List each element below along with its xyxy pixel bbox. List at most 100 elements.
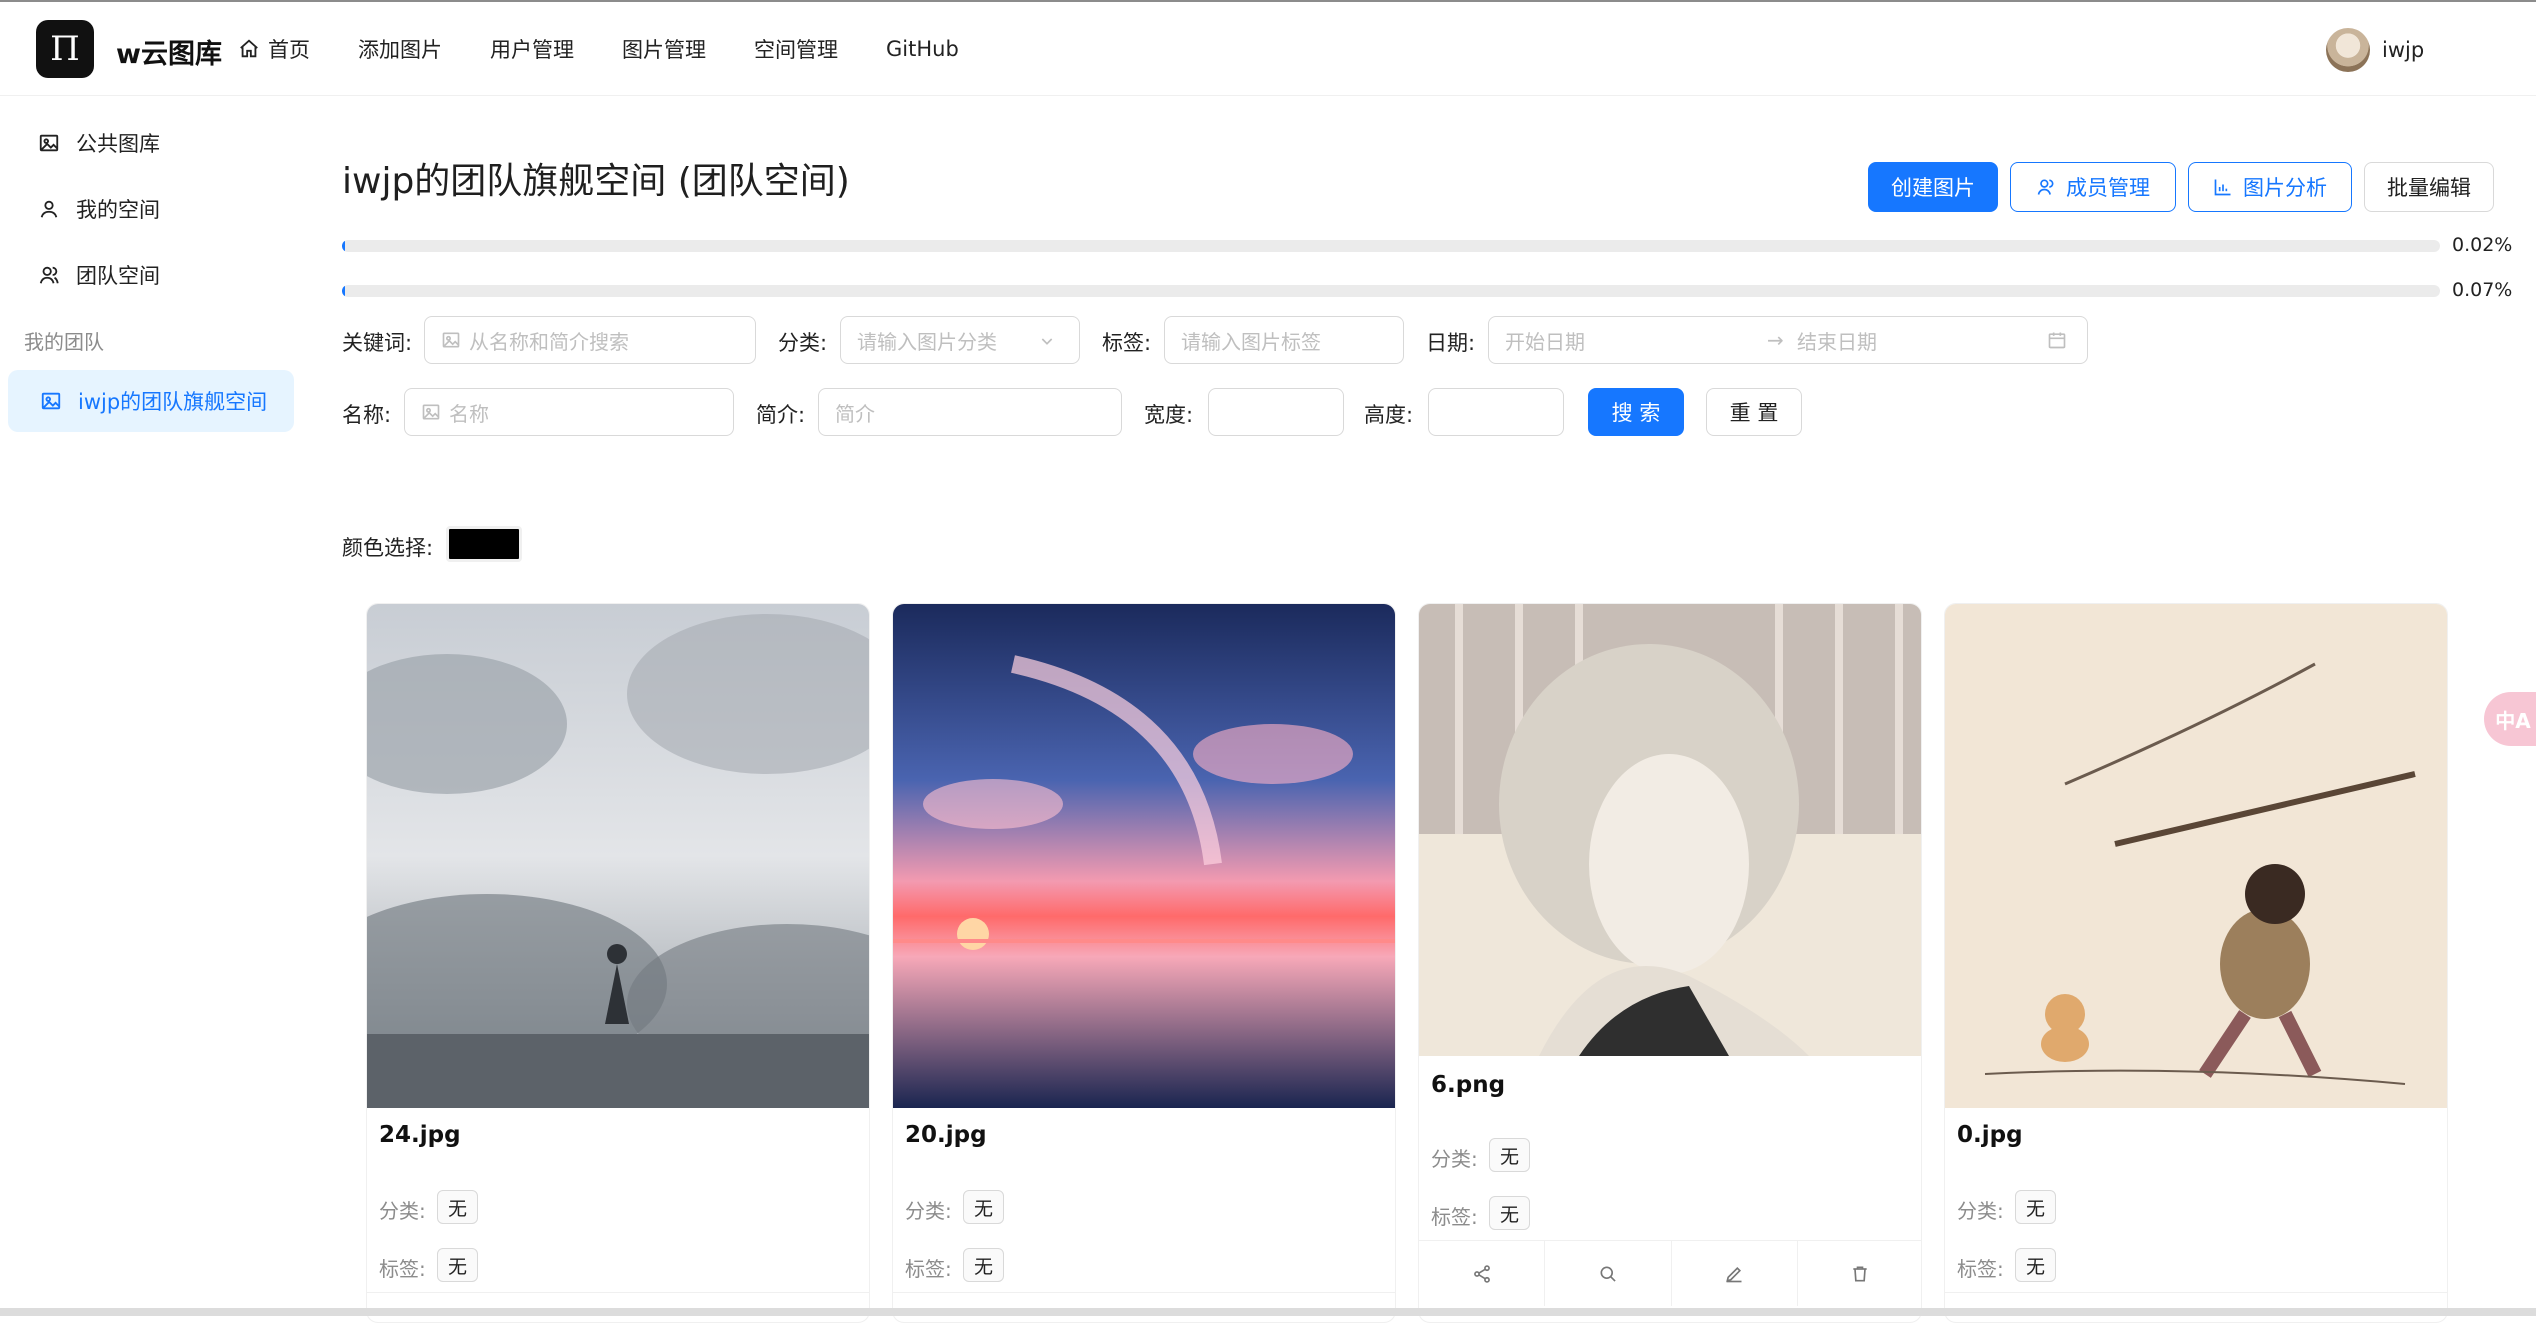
tags-placeholder: 请输入图片标签 — [1181, 329, 1321, 354]
sidebar-item-label: 团队空间 — [76, 264, 160, 288]
card-tags-label: 标签: — [379, 1257, 426, 1281]
picture-analysis-button[interactable]: 图片分析 — [2188, 162, 2352, 212]
user-menu[interactable]: iwjp — [2326, 28, 2424, 72]
card-title: 20.jpg — [905, 1122, 987, 1148]
card-category-label: 分类: — [905, 1199, 952, 1223]
sidebar-item-active-team[interactable]: iwjp的团队旗舰空间 — [8, 370, 294, 432]
nav-space-manage-label: 空间管理 — [754, 38, 838, 62]
color-picker[interactable] — [446, 526, 522, 562]
nav-picture-manage-label: 图片管理 — [622, 38, 706, 62]
card-tags-label: 标签: — [905, 1257, 952, 1281]
keyword-input[interactable]: 从名称和简介搜索 — [424, 316, 756, 364]
top-header: Π w云图库 首页 添加图片 用户管理 图片管理 空间管理 GitHub iwj… — [0, 2, 2536, 96]
sidebar-item-my-space[interactable]: 我的空间 — [38, 194, 160, 224]
card-title: 0.jpg — [1957, 1122, 2023, 1148]
bar-chart-icon — [2214, 179, 2231, 196]
tags-tag: 无 — [2015, 1248, 2057, 1282]
translate-button[interactable]: 中A — [2484, 692, 2536, 746]
app-name[interactable]: w云图库 — [116, 32, 222, 71]
search-similar-button[interactable] — [1545, 1241, 1672, 1306]
width-label: 宽度: — [1144, 403, 1194, 427]
picture-card[interactable]: 0.jpg 分类: 无 标签: 无 — [1944, 603, 2448, 1323]
category-select[interactable]: 请输入图片分类 — [840, 316, 1080, 364]
member-manage-button[interactable]: 成员管理 — [2010, 162, 2176, 212]
space-size-percent: 0.02% — [2452, 234, 2513, 256]
category-tag: 无 — [437, 1190, 479, 1224]
card-title: 24.jpg — [379, 1122, 461, 1148]
picture-thumbnail[interactable] — [1945, 604, 2448, 1108]
name-label: 名称: — [342, 403, 392, 427]
name-input[interactable]: 名称 — [404, 388, 734, 436]
tags-label: 标签: — [1102, 331, 1152, 355]
search-button[interactable]: 搜 索 — [1588, 388, 1684, 436]
chevron-down-icon — [1041, 338, 1053, 345]
batch-edit-button[interactable]: 批量编辑 — [2364, 162, 2494, 212]
intro-input[interactable]: 简介 — [818, 388, 1122, 436]
sidebar-item-public-gallery[interactable]: 公共图库 — [38, 128, 160, 158]
card-title: 6.png — [1431, 1072, 1506, 1098]
nav-github[interactable]: GitHub — [886, 37, 959, 61]
avatar[interactable] — [2326, 28, 2370, 72]
height-input[interactable] — [1428, 388, 1564, 436]
date-range-picker[interactable]: 开始日期 → 结束日期 — [1488, 316, 2088, 364]
team-icon — [2037, 179, 2054, 195]
username[interactable]: iwjp — [2382, 38, 2424, 62]
width-input[interactable] — [1208, 388, 1344, 436]
name-placeholder: 名称 — [449, 401, 489, 426]
picture-icon — [422, 404, 440, 420]
edit-icon — [1726, 1266, 1742, 1282]
app-logo[interactable]: Π — [36, 20, 94, 78]
tags-tag: 无 — [437, 1248, 479, 1282]
edit-button[interactable] — [1672, 1241, 1798, 1306]
picture-icon — [39, 134, 59, 152]
nav-user-manage-label: 用户管理 — [490, 38, 574, 62]
sidebar-item-team-space[interactable]: 团队空间 — [38, 260, 160, 290]
keyword-label: 关键词: — [342, 331, 413, 355]
nav-user-manage[interactable]: 用户管理 — [490, 34, 574, 64]
category-tag: 无 — [963, 1190, 1005, 1224]
start-date-placeholder[interactable]: 开始日期 — [1505, 326, 1767, 355]
team-icon — [39, 266, 59, 284]
card-tags-label: 标签: — [1957, 1257, 2004, 1281]
intro-placeholder: 简介 — [835, 401, 875, 426]
tags-select[interactable]: 请输入图片标签 — [1164, 316, 1404, 364]
range-arrow-icon: → — [1767, 328, 1784, 352]
category-tag: 无 — [2015, 1190, 2057, 1224]
space-size-progress — [342, 240, 2440, 252]
batch-edit-label: 批量编辑 — [2387, 176, 2471, 200]
picture-thumbnail[interactable] — [367, 604, 870, 1108]
height-label: 高度: — [1364, 403, 1414, 427]
nav-github-label: GitHub — [886, 37, 959, 61]
sidebar-group-my-team: 我的团队 — [24, 330, 104, 354]
picture-card[interactable]: 6.png 分类: 无 标签: 无 — [1418, 603, 1922, 1323]
nav-space-manage[interactable]: 空间管理 — [754, 34, 838, 64]
search-icon — [1600, 1266, 1616, 1282]
keyword-placeholder: 从名称和简介搜索 — [469, 329, 629, 354]
picture-thumbnail[interactable] — [1419, 604, 1922, 1056]
search-button-label: 搜 索 — [1611, 401, 1661, 425]
nav-picture-manage[interactable]: 图片管理 — [622, 34, 706, 64]
category-tag: 无 — [1489, 1138, 1531, 1172]
card-category-label: 分类: — [1431, 1147, 1478, 1171]
nav-add-picture[interactable]: 添加图片 — [358, 34, 442, 64]
delete-button[interactable] — [1798, 1241, 1921, 1306]
nav-home[interactable]: 首页 — [238, 34, 310, 64]
end-date-placeholder[interactable]: 结束日期 — [1797, 326, 2047, 355]
create-picture-button[interactable]: 创建图片 — [1868, 162, 1998, 212]
tags-tag: 无 — [963, 1248, 1005, 1282]
picture-card[interactable]: 24.jpg 分类: 无 标签: 无 — [366, 603, 870, 1323]
horizontal-scrollbar[interactable] — [0, 1308, 2536, 1316]
picture-card[interactable]: 20.jpg 分类: 无 标签: 无 — [892, 603, 1396, 1323]
share-icon — [1473, 1264, 1490, 1283]
delete-icon — [1853, 1266, 1868, 1281]
main-nav: 首页 添加图片 用户管理 图片管理 空间管理 GitHub — [238, 2, 1007, 96]
picture-thumbnail[interactable] — [893, 604, 1396, 1108]
reset-button-label: 重 置 — [1729, 401, 1779, 425]
share-button[interactable] — [1419, 1241, 1546, 1306]
reset-button[interactable]: 重 置 — [1706, 388, 1802, 436]
card-actions — [1419, 1240, 1921, 1306]
color-label: 颜色选择: — [342, 536, 434, 560]
picture-icon — [41, 392, 61, 410]
tags-tag: 无 — [1489, 1196, 1531, 1230]
member-manage-label: 成员管理 — [2066, 176, 2150, 200]
